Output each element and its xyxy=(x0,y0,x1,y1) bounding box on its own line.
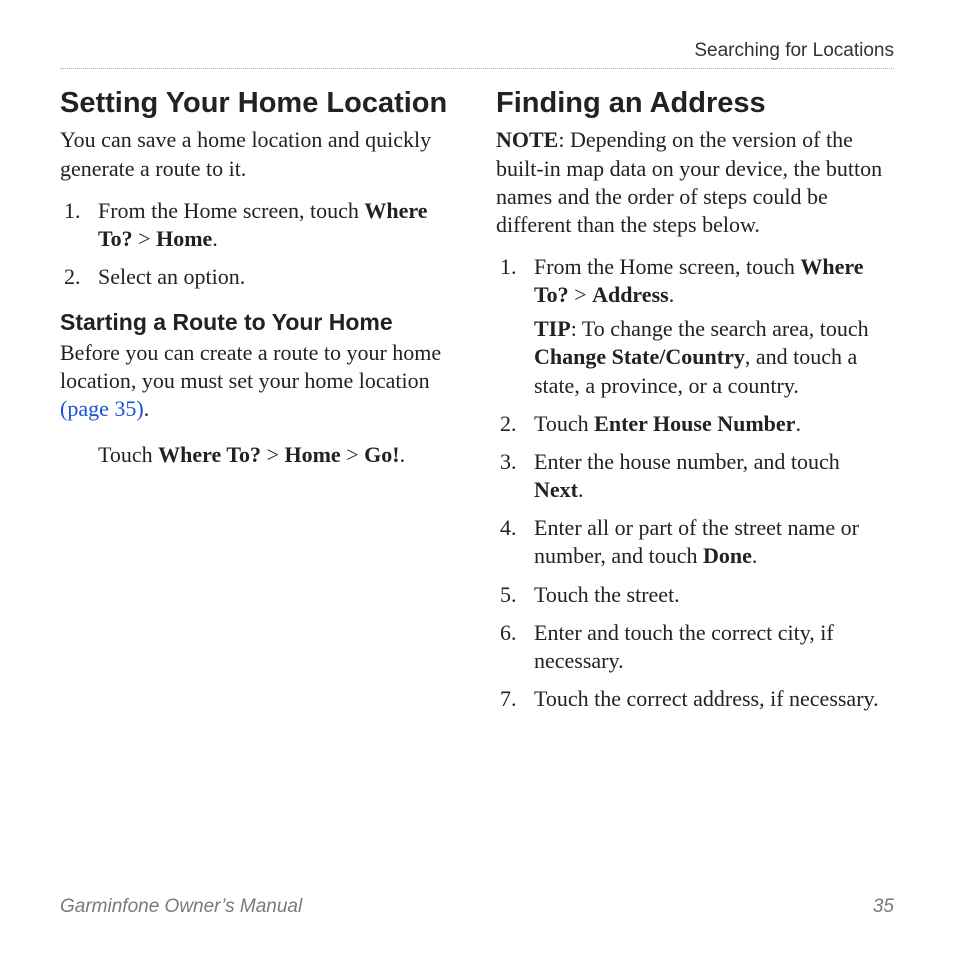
chapter-header: Searching for Locations xyxy=(60,40,894,69)
list-item: Touch Enter House Number. xyxy=(496,410,894,438)
step-text: Enter the house number, and touch xyxy=(534,449,840,474)
ui-label-enter-house-number: Enter House Number xyxy=(594,411,795,436)
ui-label-home: Home xyxy=(156,226,212,251)
page-link[interactable]: (page 35) xyxy=(60,396,144,421)
touch-sequence: Touch Where To? > Home > Go!. xyxy=(60,441,458,469)
note-label: NOTE xyxy=(496,127,558,152)
body-text: Before you can create a route to your ho… xyxy=(60,340,441,393)
body-text: . xyxy=(144,396,150,421)
body-text: . xyxy=(400,442,406,467)
body-text: Touch xyxy=(98,442,158,467)
note-paragraph: NOTE: Depending on the version of the bu… xyxy=(496,126,894,239)
step-text: Touch xyxy=(534,411,594,436)
left-column: Setting Your Home Location You can save … xyxy=(60,87,458,723)
step-text: Enter all or part of the street name or … xyxy=(534,515,859,568)
step-text: Enter and touch the correct city, if nec… xyxy=(534,620,834,673)
start-route-body: Before you can create a route to your ho… xyxy=(60,339,458,423)
step-text: Touch the street. xyxy=(534,582,680,607)
heading-start-route: Starting a Route to Your Home xyxy=(60,309,458,337)
ui-label-home: Home xyxy=(284,442,340,467)
ui-label-where-to: Where To? xyxy=(158,442,261,467)
ui-label-address: Address xyxy=(592,282,669,307)
manual-title: Garminfone Owner’s Manual xyxy=(60,896,302,918)
manual-page: Searching for Locations Setting Your Hom… xyxy=(0,0,954,954)
step-text: . xyxy=(795,411,801,436)
step-text: From the Home screen, touch xyxy=(534,254,800,279)
setting-home-intro: You can save a home location and quickly… xyxy=(60,126,458,182)
right-column: Finding an Address NOTE: Depending on th… xyxy=(496,87,894,723)
heading-finding-address: Finding an Address xyxy=(496,87,894,120)
page-number: 35 xyxy=(873,896,894,918)
list-item: From the Home screen, touch Where To? > … xyxy=(496,253,894,400)
page-footer: Garminfone Owner’s Manual 35 xyxy=(60,896,894,918)
step-text: . xyxy=(752,543,758,568)
ui-label-done: Done xyxy=(703,543,752,568)
list-item: Enter the house number, and touch Next. xyxy=(496,448,894,504)
ui-label-change-state: Change State/Country xyxy=(534,344,745,369)
setting-home-steps: From the Home screen, touch Where To? > … xyxy=(60,197,458,291)
ui-label-go: Go! xyxy=(364,442,399,467)
finding-address-steps: From the Home screen, touch Where To? > … xyxy=(496,253,894,713)
tip-block: TIP: To change the search area, touch Ch… xyxy=(534,315,894,399)
tip-label: TIP xyxy=(534,316,571,341)
list-item: From the Home screen, touch Where To? > … xyxy=(60,197,458,253)
separator: > xyxy=(569,282,592,307)
ui-label-next: Next xyxy=(534,477,578,502)
step-text: . xyxy=(212,226,218,251)
step-text: From the Home screen, touch xyxy=(98,198,364,223)
step-text: Select an option. xyxy=(98,264,245,289)
tip-text: : To change the search area, touch xyxy=(571,316,869,341)
list-item: Enter and touch the correct city, if nec… xyxy=(496,619,894,675)
step-text: . xyxy=(578,477,584,502)
list-item: Select an option. xyxy=(60,263,458,291)
list-item: Enter all or part of the street name or … xyxy=(496,514,894,570)
step-text: Touch the correct address, if necessary. xyxy=(534,686,879,711)
content-columns: Setting Your Home Location You can save … xyxy=(60,87,894,723)
chapter-title: Searching for Locations xyxy=(694,40,894,61)
separator: > xyxy=(261,442,284,467)
separator: > xyxy=(341,442,364,467)
list-item: Touch the correct address, if necessary. xyxy=(496,685,894,713)
list-item: Touch the street. xyxy=(496,581,894,609)
separator: > xyxy=(133,226,156,251)
heading-setting-home: Setting Your Home Location xyxy=(60,87,458,120)
step-text: . xyxy=(669,282,675,307)
